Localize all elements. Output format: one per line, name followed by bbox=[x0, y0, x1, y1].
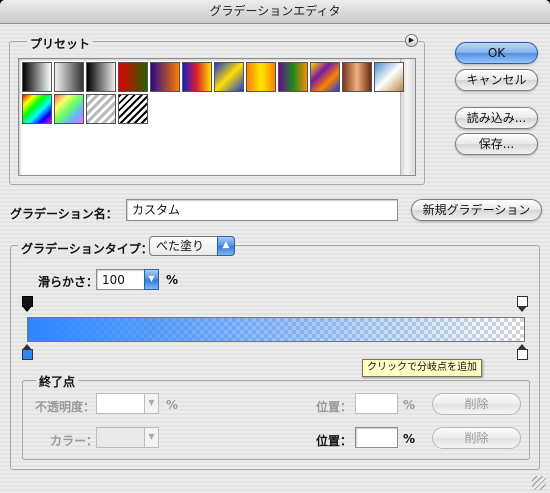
gradient-preview-bar[interactable] bbox=[27, 317, 525, 342]
opacity-location-unit: % bbox=[403, 398, 416, 412]
preset-swatch-violet-green-orange[interactable] bbox=[278, 62, 308, 92]
new-gradient-button[interactable]: 新規グラデーション bbox=[411, 199, 542, 221]
preset-swatch-yellow-violet-orange-blue[interactable] bbox=[310, 62, 340, 92]
opacity-label: 不透明度： bbox=[35, 400, 96, 414]
delete-opacity-stop-button[interactable]: 削除 bbox=[432, 393, 521, 415]
opacity-dropdown-icon[interactable]: ▼ bbox=[144, 393, 159, 414]
preset-swatch-red-green[interactable] bbox=[118, 62, 148, 92]
smoothness-label: 滑らかさ： bbox=[38, 275, 99, 289]
window-title: グラデーションエディタ bbox=[0, 0, 550, 24]
resize-grip-icon[interactable] bbox=[532, 476, 546, 490]
gradient-type-value: べた塗り bbox=[156, 239, 205, 253]
save-button[interactable]: 保存... bbox=[455, 133, 538, 155]
ok-button[interactable]: OK bbox=[455, 42, 538, 64]
preset-swatch-transparent-rainbow[interactable] bbox=[54, 94, 84, 124]
preset-swatch-chrome[interactable] bbox=[374, 62, 404, 92]
color-swatch[interactable] bbox=[96, 427, 146, 448]
preset-swatch-orange-yellow-orange[interactable] bbox=[246, 62, 276, 92]
opacity-unit: % bbox=[166, 398, 179, 412]
presets-label: プリセット bbox=[27, 35, 94, 52]
preset-swatch-blue-red-yellow[interactable] bbox=[182, 62, 212, 92]
color-label: カラー： bbox=[50, 434, 99, 448]
smoothness-dropdown-icon[interactable]: ▼ bbox=[144, 269, 159, 290]
delete-color-stop-button[interactable]: 削除 bbox=[432, 427, 521, 449]
preset-swatch-black-white[interactable] bbox=[22, 62, 52, 92]
opacity-stop-right[interactable] bbox=[517, 296, 528, 312]
load-button[interactable]: 読み込み... bbox=[455, 107, 538, 129]
gradient-type-select[interactable]: べた塗り ▲ bbox=[149, 236, 235, 256]
gradient-type-label: グラデーションタイプ： bbox=[18, 240, 156, 257]
color-stop-left[interactable] bbox=[22, 344, 33, 360]
preset-swatch-transparent-black[interactable] bbox=[54, 62, 84, 92]
color-dropdown-icon[interactable]: ▼ bbox=[144, 427, 159, 448]
add-stop-tooltip: クリックで分岐点を追加 bbox=[362, 359, 482, 377]
popup-arrows-icon: ▲ bbox=[217, 236, 235, 256]
preset-swatch-black-stripes[interactable] bbox=[118, 94, 148, 124]
color-location-label: 位置： bbox=[316, 434, 353, 448]
presets-menu-icon[interactable]: ▶ bbox=[405, 34, 418, 47]
opacity-stop-left[interactable] bbox=[22, 296, 33, 312]
smoothness-input[interactable]: 100 bbox=[96, 269, 146, 290]
opacity-location-input[interactable] bbox=[355, 393, 398, 414]
stops-label: 終了点 bbox=[36, 373, 79, 390]
color-location-unit: % bbox=[403, 432, 416, 446]
preset-swatch-spectrum[interactable] bbox=[22, 94, 52, 124]
preset-swatch-copper[interactable] bbox=[342, 62, 372, 92]
opacity-location-label: 位置： bbox=[316, 400, 353, 414]
preset-swatch-black-transparent[interactable] bbox=[86, 62, 116, 92]
smoothness-unit: % bbox=[166, 273, 179, 287]
gradient-name-input[interactable]: カスタム bbox=[126, 199, 398, 221]
opacity-input[interactable] bbox=[96, 393, 146, 414]
preset-swatch-blue-yellow-blue[interactable] bbox=[214, 62, 244, 92]
color-location-input[interactable] bbox=[355, 427, 398, 448]
gradient-name-label: グラデーション名： bbox=[10, 207, 118, 221]
preset-swatch-violet-orange[interactable] bbox=[150, 62, 180, 92]
cancel-button[interactable]: キャンセル bbox=[455, 69, 538, 91]
preset-swatch-transparent-stripes[interactable] bbox=[86, 94, 116, 124]
color-stop-right[interactable] bbox=[517, 344, 528, 360]
presets-list[interactable] bbox=[18, 58, 416, 176]
gradient-editor-window: グラデーションエディタ プリセット ▶ OK キャンセル 読み込み... 保存.… bbox=[0, 0, 550, 493]
